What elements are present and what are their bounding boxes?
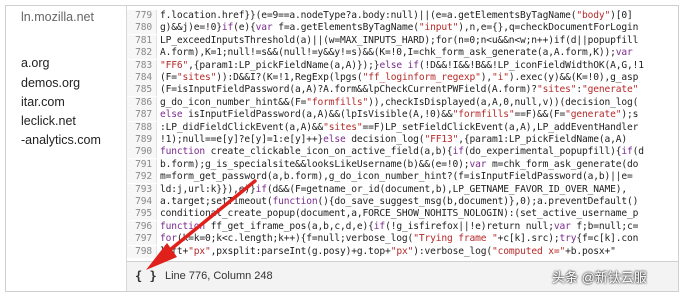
red-arrow-annotation-icon <box>146 179 257 270</box>
watermark-text: 头条 @新钛云服 <box>552 270 647 285</box>
